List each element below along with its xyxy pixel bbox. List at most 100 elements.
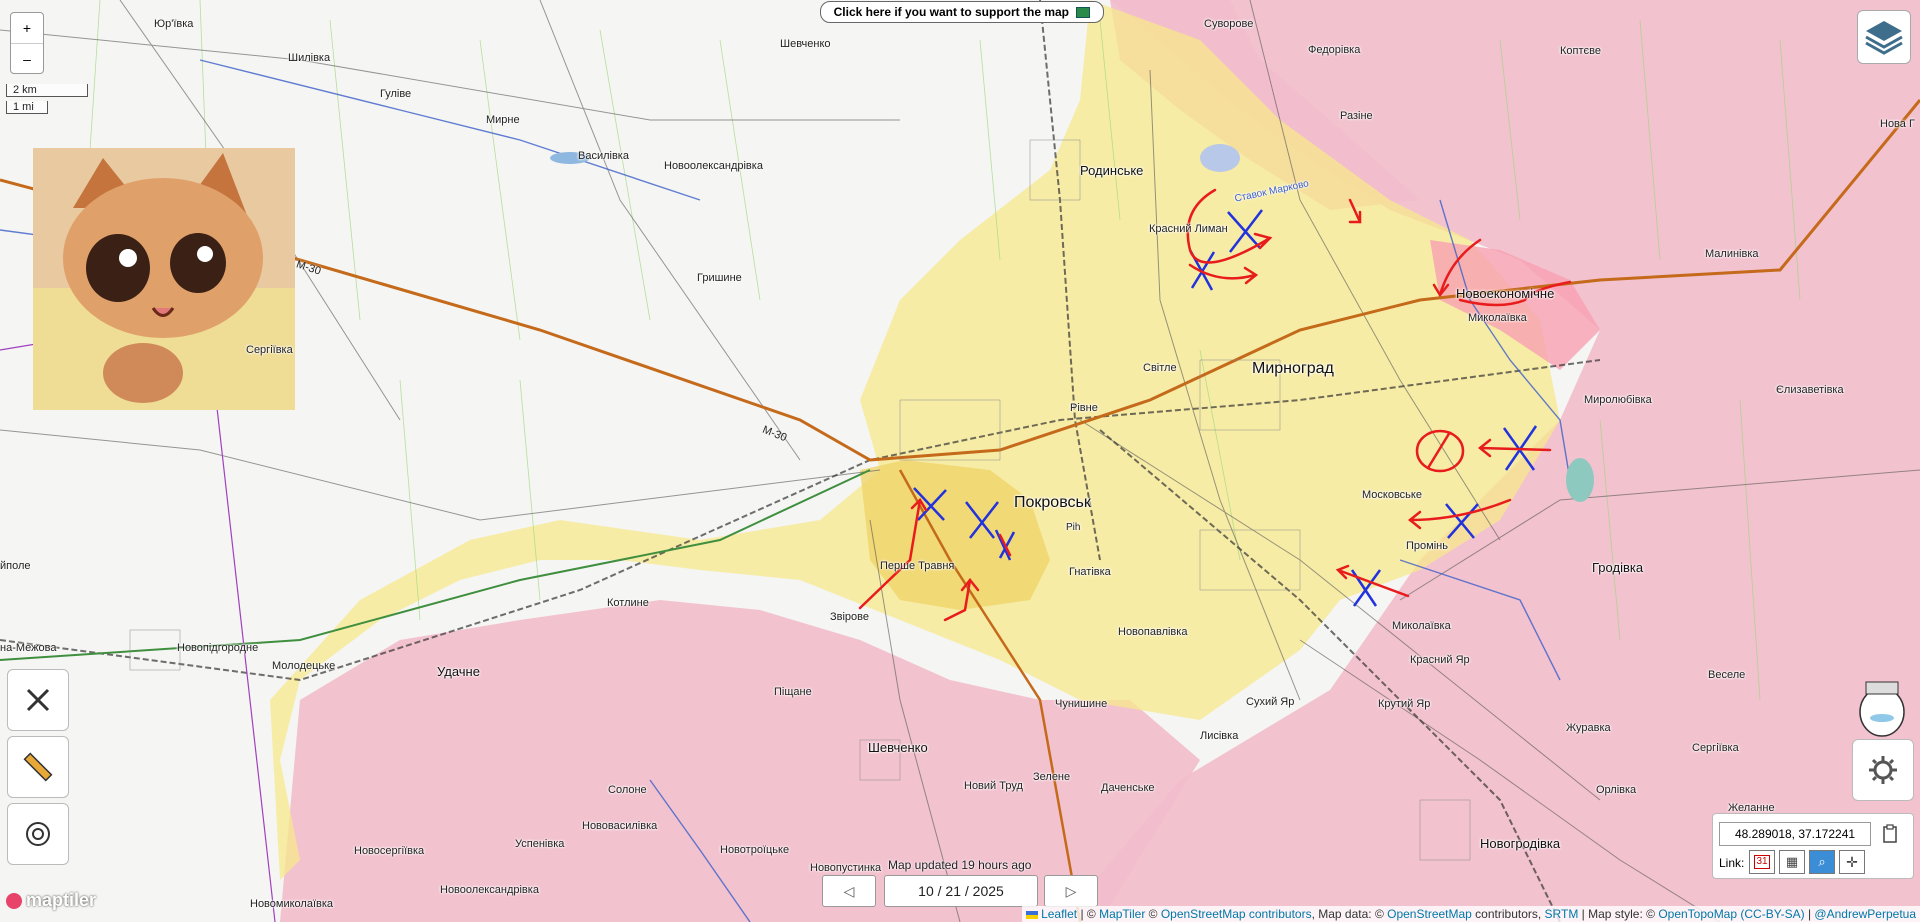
place-novomykolaivka: Новомиколаївка: [250, 898, 334, 910]
zoom-in-button[interactable]: +: [11, 13, 43, 44]
zoom-control: + –: [10, 12, 44, 74]
locate-button[interactable]: [7, 803, 69, 865]
place-pishchane: Піщане: [774, 686, 812, 698]
place-serhiivka-southeast: Сергіївка: [1692, 742, 1739, 754]
triangle-left-icon: ◁: [843, 882, 855, 899]
x-logo-icon: [26, 688, 50, 712]
place-novyi-trud: Новий Труд: [964, 780, 1023, 792]
osm-link[interactable]: OpenStreetMap contributors: [1161, 907, 1312, 921]
place-uspenivka: Успенівка: [515, 838, 565, 850]
place-mykolaivka-north: Миколаївка: [1468, 312, 1527, 324]
place-udachne: Удачне: [437, 664, 480, 679]
place-zelene: Зелене: [1033, 771, 1071, 783]
place-novopustynka: Новопустинка: [810, 862, 882, 874]
maptiler-logo-icon: [6, 893, 22, 910]
place-molodetske: Молодецьке: [272, 660, 336, 672]
pond-east: [1566, 458, 1594, 502]
zoom-out-button[interactable]: –: [11, 44, 43, 74]
maptiler-logo: maptiler: [6, 890, 96, 911]
place-promin: Промінь: [1406, 540, 1448, 552]
pond-stavok: [1200, 144, 1240, 172]
place-hulyve: Гуліве: [380, 88, 412, 100]
support-map-text: Click here if you want to support the ma…: [833, 5, 1069, 19]
place-rodynske: Родинське: [1080, 163, 1144, 178]
place-zvirove: Звірове: [830, 611, 870, 623]
attribution-contributors: contributors,: [1471, 907, 1545, 921]
coordinates-panel: 48.289018, 37.172241 Link: 31 ▦ ⌕ ✛: [1712, 813, 1914, 879]
place-rozine: Разіне: [1340, 110, 1373, 122]
author-link[interactable]: @AndrewPerpetua: [1814, 907, 1916, 921]
leaflet-link[interactable]: Leaflet: [1041, 907, 1077, 921]
place-moskovske: Московське: [1362, 489, 1422, 501]
measure-ruler-button[interactable]: [7, 736, 69, 798]
place-myrnohrad: Мирноград: [1252, 360, 1334, 377]
place-novooleksandrivka: Новоолександрівка: [664, 160, 763, 172]
previous-date-button[interactable]: ◁: [822, 875, 876, 907]
attribution-separator-1: | ©: [1077, 907, 1100, 921]
place-rivne: Рівне: [1070, 402, 1098, 414]
triangle-right-icon: ▷: [1065, 882, 1077, 899]
opentopomap-link[interactable]: OpenTopoMap: [1658, 907, 1737, 921]
place-pokrovsk: Покровськ: [1014, 494, 1091, 511]
place-myroliubivka: Миролюбівка: [1584, 394, 1652, 406]
coordinates-input[interactable]: 48.289018, 37.172241: [1719, 822, 1871, 846]
search-icon: ⌕: [1818, 854, 1826, 869]
date-field[interactable]: 10 / 21 / 2025: [884, 875, 1038, 907]
place-zhuravka: Журавка: [1566, 722, 1611, 734]
place-kotlyne: Котлине: [607, 597, 649, 609]
meme-character-image: [1859, 681, 1905, 737]
place-vasylivka: Василівка: [578, 150, 629, 162]
link-label: Link:: [1719, 856, 1745, 870]
map-link-button[interactable]: ▦: [1779, 850, 1805, 874]
cc-by-sa-link[interactable]: (CC-BY-SA): [1740, 907, 1804, 921]
layers-icon: [1865, 21, 1903, 55]
place-novoserhiivka: Новосергіївка: [354, 845, 425, 857]
place-novovasylivka: Нововасилівка: [582, 820, 658, 832]
place-hrodivka: Гродівка: [1592, 560, 1644, 575]
place-novoekonomichne: Новоекономічне: [1456, 286, 1555, 301]
place-solone: Солоне: [608, 784, 647, 796]
place-hryshyne: Гришине: [697, 272, 742, 284]
layers-button[interactable]: [1857, 10, 1911, 64]
place-sukhyi-yar: Сухий Яр: [1246, 696, 1295, 708]
search-link-button[interactable]: ⌕: [1809, 850, 1835, 874]
calendar-link-button[interactable]: 31: [1749, 850, 1775, 874]
gear-icon: [1869, 756, 1897, 784]
place-novopavlivka: Новопавлівка: [1118, 626, 1188, 638]
next-date-button[interactable]: ▷: [1044, 875, 1098, 907]
clipboard-icon[interactable]: [1881, 824, 1899, 844]
place-vesele: Веселе: [1708, 669, 1746, 681]
place-lysivka: Лисівка: [1200, 730, 1239, 742]
srtm-link[interactable]: SRTM: [1545, 907, 1579, 921]
x-button[interactable]: [7, 669, 69, 731]
place-krasnyi-lyman: Красний Лиман: [1149, 223, 1228, 235]
place-novopidhorodne: Новопідгородне: [177, 642, 259, 654]
map-icon: ▦: [1785, 854, 1799, 869]
place-serhiivka: Сергіївка: [246, 344, 293, 356]
place-chunyshyne: Чунишине: [1055, 698, 1108, 710]
settings-button[interactable]: [1852, 739, 1914, 801]
place-malynivka: Малинівка: [1705, 248, 1759, 260]
place-hnativka: Гнатівка: [1069, 566, 1111, 578]
maptiler-link[interactable]: MapTiler: [1099, 907, 1145, 921]
cat-avatar-image: [33, 148, 295, 410]
osm-link-2[interactable]: OpenStreetMap: [1387, 907, 1472, 921]
attribution-data-label: , Map data: ©: [1311, 907, 1388, 921]
place-novotroitske: Новотроїцьке: [720, 844, 790, 856]
place-koptieve: Коптєве: [1560, 45, 1601, 57]
place-shevchenko-north: Шевченко: [780, 38, 831, 50]
place-yelyzavetivka: Єлизаветівка: [1776, 384, 1844, 396]
ruler-icon: [23, 752, 53, 782]
ukraine-flag-icon: [1025, 910, 1038, 919]
maptiler-logo-text: maptiler: [26, 890, 97, 910]
place-suvorove: Суворове: [1204, 18, 1254, 30]
money-icon: [1076, 7, 1091, 19]
crosshair-icon: ✛: [1846, 853, 1858, 870]
place-orlivka: Орлівка: [1596, 784, 1637, 796]
place-fedorivka: Федорівка: [1308, 44, 1361, 56]
crosshair-link-button[interactable]: ✛: [1839, 850, 1865, 874]
scale-imperial: 1 mi: [6, 101, 48, 114]
support-map-banner[interactable]: Click here if you want to support the ma…: [820, 1, 1104, 23]
place-dachenske: Даченське: [1101, 782, 1155, 794]
place-krutyi-yar: Крутий Яр: [1378, 698, 1431, 710]
